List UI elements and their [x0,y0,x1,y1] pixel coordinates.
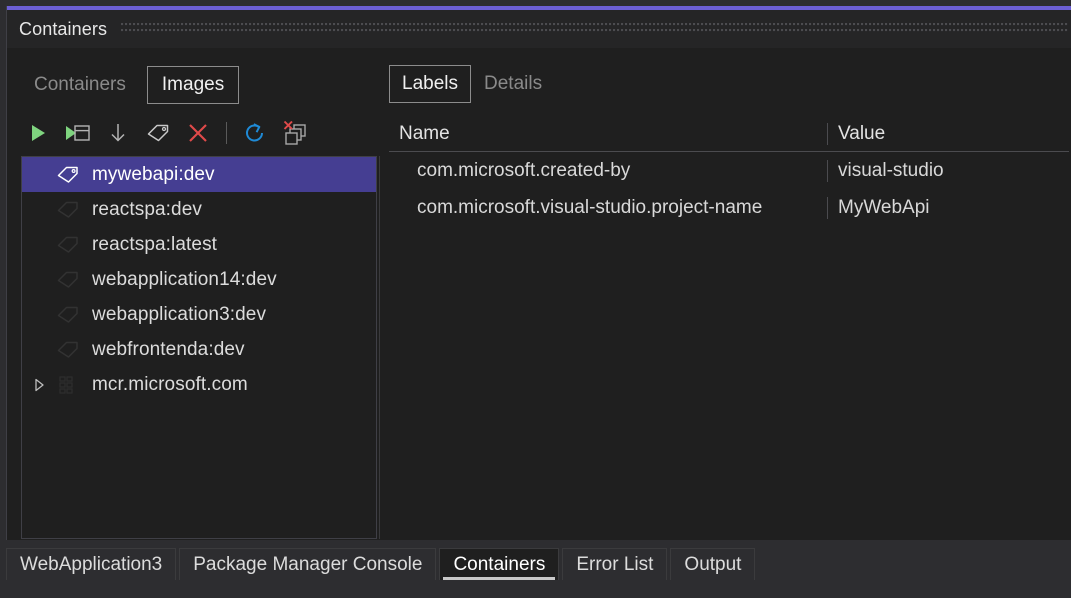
tab-details[interactable]: Details [471,65,555,103]
tag-icon [52,234,86,256]
tree-item-mcr-microsoft-com[interactable]: mcr.microsoft.com [22,367,376,402]
pull-button[interactable] [101,118,135,148]
tree-item-webapplication14-dev[interactable]: webapplication14:dev [22,262,376,297]
prune-images-icon [281,120,309,146]
drag-handle-dots[interactable] [121,23,1068,35]
run-interactive-icon [65,122,91,144]
column-header-name[interactable]: Name [389,123,827,145]
tool-window-frame: Containers Containers Images mywebapi:de… [6,6,1071,540]
tree-item-webfrontenda-dev[interactable]: webfrontenda:dev [22,332,376,367]
remove-icon [186,121,210,145]
tree-item-label: mywebapi:dev [92,163,215,185]
details-tabs: Labels Details [389,62,1069,106]
dock-tab-package-manager-console[interactable]: Package Manager Console [179,548,437,580]
tree-item-label: webfrontenda:dev [92,338,245,360]
tag-icon [52,269,86,291]
refresh-button[interactable] [238,118,272,148]
dock-tab-strip: WebApplication3 Package Manager Console … [6,546,1071,580]
remove-button[interactable] [181,118,215,148]
tab-containers[interactable]: Containers [19,66,141,104]
tree-item-webapplication3-dev[interactable]: webapplication3:dev [22,297,376,332]
tool-window-titlebar: Containers [7,10,1071,48]
tag-icon [145,121,171,145]
dock-gutter [6,580,1071,598]
page-title: Containers [19,18,108,39]
panel-splitter[interactable] [379,156,380,539]
tree-item-mywebapi-dev[interactable]: mywebapi:dev [22,157,376,192]
run-icon [27,122,49,144]
tag-icon [52,199,86,221]
chevron-right-icon[interactable] [26,377,52,393]
tab-images[interactable]: Images [146,66,240,104]
dock-tab-output[interactable]: Output [670,548,756,580]
prune-images-button[interactable] [278,118,312,148]
images-toolbar [21,116,361,150]
images-tree[interactable]: mywebapi:dev reactspa:dev reactspa:lates… [21,156,377,539]
column-header-value[interactable]: Value [827,122,1069,145]
tag-icon [52,339,86,361]
cell-label-name: com.microsoft.created-by [417,159,631,181]
tree-item-label: webapplication3:dev [92,303,267,325]
tag-button[interactable] [141,118,175,148]
cell-label-value: MyWebApi [827,196,1069,219]
grid-header: Name Value [389,116,1069,152]
tree-item-reactspa-latest[interactable]: reactspa:latest [22,227,376,262]
cell-label-value: visual-studio [827,159,1069,182]
run-interactive-button[interactable] [61,118,95,148]
tag-icon [52,304,86,326]
tab-labels[interactable]: Labels [389,65,471,103]
cell-label-name: com.microsoft.visual-studio.project-name [417,196,763,218]
table-row[interactable]: com.microsoft.created-by visual-studio [389,152,1069,189]
pull-icon [107,121,129,145]
table-row[interactable]: com.microsoft.visual-studio.project-name… [389,189,1069,226]
tree-item-label: mcr.microsoft.com [92,373,248,395]
labels-grid: Name Value com.microsoft.created-by visu… [389,116,1069,226]
view-tabs: Containers Images [19,66,240,104]
dock-tab-webapplication3[interactable]: WebApplication3 [6,548,177,580]
containers-tool-window: Containers Containers Images mywebapi:de… [0,0,1071,598]
details-panel: Labels Details Name Value com.microsoft.… [389,62,1069,539]
tree-item-label: reactspa:dev [92,198,202,220]
dock-tab-error-list[interactable]: Error List [562,548,668,580]
refresh-icon [243,121,267,145]
tree-item-label: reactspa:latest [92,233,218,255]
tree-item-label: webapplication14:dev [92,268,277,290]
registry-icon [52,374,86,396]
run-button[interactable] [21,118,55,148]
tag-icon [52,164,86,186]
dock-tab-containers[interactable]: Containers [439,548,560,580]
toolbar-separator [226,122,227,144]
tree-item-reactspa-dev[interactable]: reactspa:dev [22,192,376,227]
